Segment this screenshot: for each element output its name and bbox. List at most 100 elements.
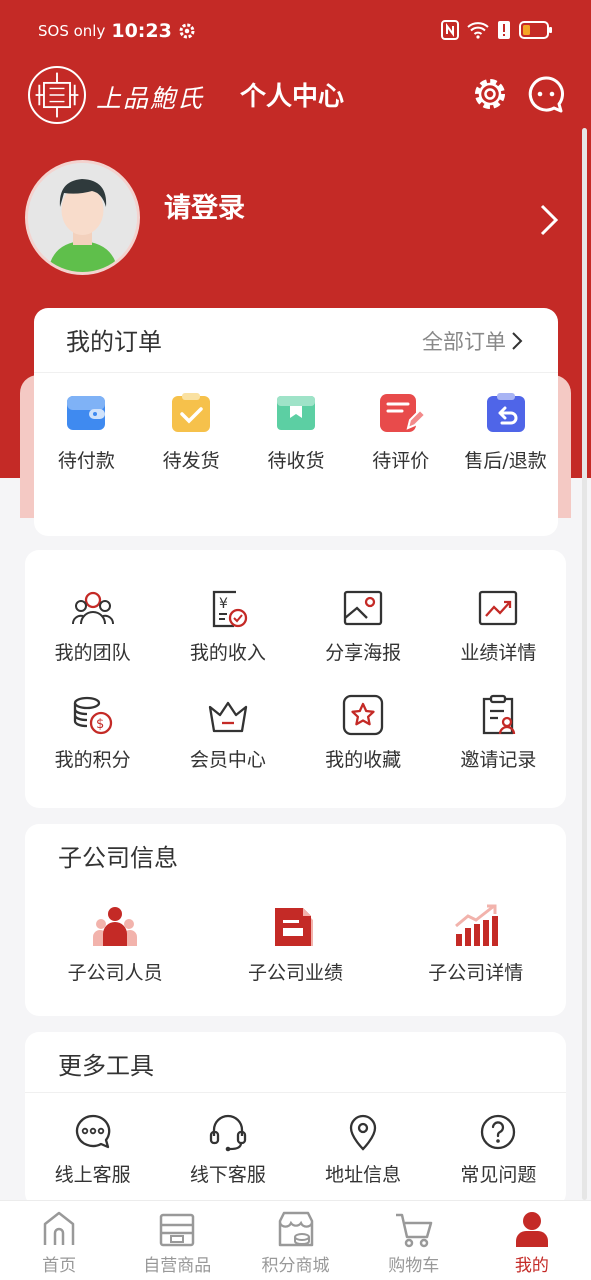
refund-icon <box>486 393 525 432</box>
service-label: 我的收藏 <box>325 749 402 771</box>
service-label: 我的团队 <box>54 642 131 664</box>
brand-name: 上品鮑氏 <box>96 84 205 113</box>
order-status-label: 待收货 <box>267 450 325 472</box>
order-status-label: 待发货 <box>162 450 220 472</box>
bar-chart-icon <box>454 904 498 946</box>
tool-faq[interactable]: 常见问题 <box>431 1112 566 1187</box>
points-store-icon <box>278 1211 313 1247</box>
svg-text:¥: ¥ <box>219 596 228 612</box>
order-status-label: 售后/退款 <box>464 450 547 472</box>
service-label: 会员中心 <box>189 749 266 771</box>
subsidiary-title: 子公司信息 <box>58 844 178 872</box>
subsidiary-card: 子公司信息 子公司人员 子公司业绩 子公司详情 <box>25 824 566 1016</box>
chevron-right-icon <box>512 332 523 350</box>
service-my-team[interactable]: 我的团队 <box>25 586 160 665</box>
orders-title: 我的订单 <box>66 328 162 356</box>
subsidiary-staff[interactable]: 子公司人员 <box>35 904 195 985</box>
tab-cart[interactable]: 购物车 <box>355 1201 473 1280</box>
crown-icon <box>208 701 248 733</box>
tools-title: 更多工具 <box>58 1052 154 1080</box>
clock: 10:23 <box>111 20 172 42</box>
subsidiary-performance[interactable]: 子公司业绩 <box>215 904 375 985</box>
order-after-sale[interactable]: 售后/退款 <box>454 392 558 473</box>
points-icon: $ <box>73 696 112 735</box>
login-prompt[interactable]: 请登录 <box>164 186 245 225</box>
review-pen-icon <box>379 394 424 432</box>
invite-record-icon <box>483 694 516 735</box>
service-my-favorites[interactable]: 我的收藏 <box>296 693 431 772</box>
scrollbar[interactable] <box>582 128 587 1200</box>
question-icon <box>481 1114 516 1150</box>
service-my-income[interactable]: ¥ 我的收入 <box>160 586 295 665</box>
brand-logo <box>28 66 86 124</box>
profile-section[interactable]: 请登录 <box>0 160 591 280</box>
subsidiary-label: 子公司人员 <box>67 962 163 984</box>
all-orders-label: 全部订单 <box>422 330 506 354</box>
document-icon <box>275 908 314 946</box>
svg-text:$: $ <box>96 717 104 732</box>
default-avatar-icon <box>28 163 137 272</box>
tab-self-operated[interactable]: 自营商品 <box>118 1201 236 1280</box>
tool-label: 常见问题 <box>460 1164 537 1186</box>
service-label: 分享海报 <box>325 642 402 664</box>
order-pending-receipt[interactable]: 待收货 <box>244 392 348 473</box>
order-pending-payment[interactable]: 待付款 <box>34 392 138 473</box>
tab-label: 购物车 <box>388 1256 440 1276</box>
people-icon <box>93 907 138 946</box>
clipboard-check-icon <box>172 393 211 432</box>
income-icon: ¥ <box>212 590 248 628</box>
chat-icon <box>75 1114 110 1149</box>
order-status-label: 待付款 <box>57 450 115 472</box>
tab-label: 积分商城 <box>261 1256 330 1276</box>
order-status-label: 待评价 <box>372 450 430 472</box>
nfc-icon <box>441 20 459 40</box>
team-icon <box>71 591 114 625</box>
chevron-right-icon[interactable] <box>536 200 562 240</box>
tab-label: 自营商品 <box>143 1256 212 1276</box>
wallet-icon <box>67 396 106 430</box>
service-member-center[interactable]: 会员中心 <box>160 693 295 772</box>
status-bar: SOS only 10:23 <box>0 0 591 62</box>
services-grid: 我的团队 ¥ 我的收入 分享海报 业绩详情 $ 我的积分 会员中心 我的收藏 邀… <box>25 586 566 772</box>
poster-icon <box>343 590 383 626</box>
services-card: 我的团队 ¥ 我的收入 分享海报 业绩详情 $ 我的积分 会员中心 我的收藏 邀… <box>25 550 566 808</box>
subsidiary-row: 子公司人员 子公司业绩 子公司详情 <box>25 904 566 985</box>
wifi-icon <box>467 22 489 39</box>
tab-label: 首页 <box>42 1256 77 1276</box>
tool-offline-service[interactable]: 线下客服 <box>160 1112 295 1187</box>
service-my-points[interactable]: $ 我的积分 <box>25 693 160 772</box>
service-share-poster[interactable]: 分享海报 <box>296 586 431 665</box>
subsidiary-details[interactable]: 子公司详情 <box>396 904 556 985</box>
headset-icon <box>209 1114 247 1152</box>
service-invite-record[interactable]: 邀请记录 <box>431 693 566 772</box>
order-status-row: 待付款 待发货 待收货 待评价 售后/退款 <box>34 392 558 473</box>
message-icon[interactable] <box>526 74 566 114</box>
performance-icon <box>479 590 518 626</box>
order-pending-review[interactable]: 待评价 <box>349 392 453 473</box>
tab-mine[interactable]: 我的 <box>473 1201 591 1280</box>
tab-home[interactable]: 首页 <box>0 1201 118 1280</box>
app-header: 上品鮑氏 个人中心 <box>0 62 591 126</box>
battery-icon <box>519 21 552 39</box>
tool-address-info[interactable]: 地址信息 <box>296 1112 431 1187</box>
tool-online-service[interactable]: 线上客服 <box>25 1112 160 1187</box>
cart-icon <box>395 1213 432 1248</box>
subsidiary-label: 子公司详情 <box>428 962 524 984</box>
orders-card: 我的订单 全部订单 待付款 待发货 待收货 待评价 售后/退款 <box>34 308 558 536</box>
order-pending-shipment[interactable]: 待发货 <box>139 392 243 473</box>
tab-bar: 首页 自营商品 积分商城 购物车 我的 <box>0 1200 591 1280</box>
subsidiary-label: 子公司业绩 <box>247 962 343 984</box>
tool-label: 线下客服 <box>189 1164 266 1186</box>
all-orders-link[interactable]: 全部订单 <box>422 326 524 356</box>
tool-label: 地址信息 <box>325 1164 402 1186</box>
service-label: 我的收入 <box>189 642 266 664</box>
settings-small-icon <box>179 23 195 39</box>
avatar[interactable] <box>25 160 140 275</box>
store-icon <box>160 1213 195 1247</box>
tab-points-mall[interactable]: 积分商城 <box>236 1201 354 1280</box>
page-title: 个人中心 <box>240 82 345 112</box>
tools-row: 线上客服 线下客服 地址信息 常见问题 <box>25 1112 566 1187</box>
service-performance[interactable]: 业绩详情 <box>431 586 566 665</box>
settings-icon[interactable] <box>470 74 510 114</box>
tool-label: 线上客服 <box>54 1164 131 1186</box>
